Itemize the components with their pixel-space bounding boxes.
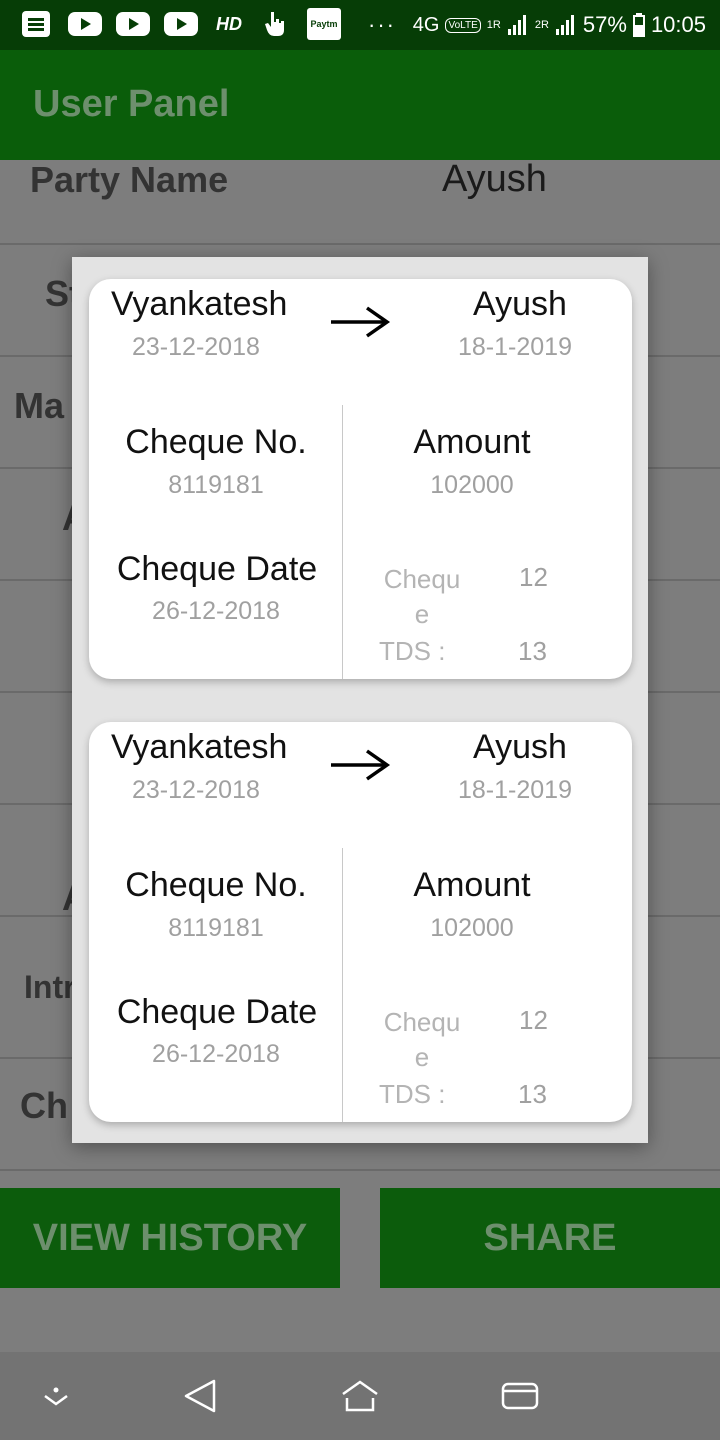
- cheque-no-label: Cheque No.: [125, 423, 307, 461]
- tds-label: TDS :: [379, 1079, 446, 1109]
- cheque-no-label: Cheque No.: [125, 866, 307, 904]
- youtube-icon: [164, 12, 198, 36]
- tds-value: 13: [518, 1079, 547, 1109]
- party-name-label: Party Name: [30, 159, 229, 200]
- form-label: Ma: [14, 385, 65, 426]
- hd-indicator: HD: [216, 13, 242, 34]
- amount-value: 102000: [430, 914, 514, 942]
- back-icon[interactable]: [179, 1374, 223, 1418]
- battery-percent: 57%: [582, 12, 627, 37]
- amount-label: Amount: [413, 423, 531, 461]
- arrow-right-icon: [331, 306, 391, 338]
- volte-badge: VoLTE: [445, 17, 481, 33]
- paytm-icon: Paytm: [307, 8, 341, 40]
- cheque-date-label: Cheque Date: [116, 993, 318, 1031]
- form-label: Ch: [20, 1085, 68, 1126]
- party-name-value: Ayush: [442, 158, 547, 200]
- signal-icon: [507, 15, 526, 35]
- sender-date: 23-12-2018: [132, 333, 260, 361]
- cheque-date-label: Cheque Date: [116, 550, 318, 588]
- share-button[interactable]: SHARE: [380, 1188, 720, 1288]
- receiver-date: 18-1-2019: [458, 776, 572, 804]
- hand-icon: [262, 10, 290, 38]
- amount-value: 102000: [430, 471, 514, 499]
- clock: 10:05: [650, 12, 706, 37]
- navigation-bar: [0, 1352, 720, 1440]
- form-label: Intr: [24, 969, 76, 1005]
- arrow-right-icon: [331, 749, 391, 781]
- view-history-button[interactable]: VIEW HISTORY: [0, 1188, 340, 1288]
- network-type: 4G: [412, 13, 440, 36]
- more-notifications-icon: ···: [368, 12, 396, 37]
- form-row-party: Party Name Ayush: [0, 133, 720, 245]
- cheque-no-value: 8119181: [168, 471, 264, 499]
- cheque-count-label: Cheque: [383, 564, 461, 629]
- transaction-card[interactable]: Vyankatesh 23-12-2018 Ayush 18-1-2019 Ch…: [89, 279, 632, 679]
- signal-icon: [555, 15, 574, 35]
- cheque-date-value: 26-12-2018: [152, 597, 280, 625]
- amount-label: Amount: [413, 866, 531, 904]
- cheque-no-value: 8119181: [168, 914, 264, 942]
- sim1-label: 1R: [486, 19, 501, 31]
- sender-name: Vyankatesh: [111, 728, 288, 766]
- home-icon[interactable]: [338, 1374, 382, 1418]
- sender-name: Vyankatesh: [111, 285, 288, 323]
- youtube-icon: [116, 12, 150, 36]
- battery-icon: [632, 13, 645, 37]
- tds-value: 13: [518, 636, 547, 666]
- cheque-count-value: 12: [519, 1005, 548, 1035]
- cheque-date-value: 26-12-2018: [152, 1040, 280, 1068]
- cheque-count-label: Cheque: [383, 1007, 461, 1072]
- news-icon: [22, 11, 50, 37]
- transaction-card[interactable]: Vyankatesh 23-12-2018 Ayush 18-1-2019 Ch…: [89, 722, 632, 1122]
- receiver-date: 18-1-2019: [458, 333, 572, 361]
- sim2-label: 2R: [534, 19, 549, 31]
- receiver-name: Ayush: [473, 728, 567, 766]
- tds-label: TDS :: [379, 636, 446, 666]
- cheque-count-value: 12: [519, 562, 548, 592]
- youtube-icon: [68, 12, 102, 36]
- sender-date: 23-12-2018: [132, 776, 260, 804]
- receiver-name: Ayush: [473, 285, 567, 323]
- page-title: User Panel: [33, 83, 230, 125]
- recents-icon[interactable]: [498, 1374, 542, 1418]
- status-indicators: 4G VoLTE 1R 2R 57% 10:05: [413, 8, 706, 42]
- dropdown-icon[interactable]: [34, 1374, 78, 1418]
- status-bar: HD Paytm ··· 4G VoLTE 1R 2R 57% 10:05: [0, 0, 720, 50]
- history-dialog: Vyankatesh 23-12-2018 Ayush 18-1-2019 Ch…: [72, 257, 648, 1143]
